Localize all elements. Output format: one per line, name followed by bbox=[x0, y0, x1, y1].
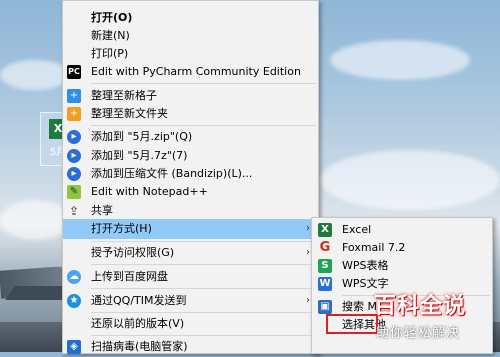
menu-item-label: Edit with Notepad++ bbox=[91, 185, 208, 198]
watermark: 百科全说 助你轻松解决 bbox=[370, 288, 495, 350]
menu-separator bbox=[91, 288, 316, 289]
notepadpp-icon: ✎ bbox=[67, 185, 81, 199]
menu-item-scan-virus[interactable]: ◈ 扫描病毒(电脑管家) bbox=[63, 337, 318, 357]
menu-separator bbox=[91, 83, 316, 84]
fences-icon: + bbox=[67, 89, 81, 103]
pycharm-icon: PC bbox=[67, 65, 81, 79]
menu-item-edit-notepadpp[interactable]: ✎ Edit with Notepad++ bbox=[63, 182, 318, 202]
menu-item-print[interactable]: 打印(P) bbox=[63, 44, 318, 64]
menu-item-label: Edit with PyCharm Community Edition bbox=[91, 65, 301, 78]
menu-item-label: 共享 bbox=[91, 204, 113, 217]
menu-item-edit-pycharm[interactable]: PC Edit with PyCharm Community Edition bbox=[63, 62, 318, 82]
menu-item-label: 还原以前的版本(V) bbox=[91, 317, 185, 330]
menu-item-label: 通过QQ/TIM发送到 bbox=[91, 294, 187, 307]
menu-separator bbox=[91, 125, 316, 126]
bandizip-icon: ▸ bbox=[67, 130, 81, 144]
baidu-netdisk-icon: ☁ bbox=[67, 270, 81, 284]
qq-icon: ★ bbox=[67, 294, 81, 308]
chevron-right-icon: › bbox=[306, 223, 310, 234]
foxmail-icon: G bbox=[319, 240, 331, 255]
menu-separator bbox=[91, 241, 316, 242]
watermark-subtitle: 助你轻松解决 bbox=[376, 326, 461, 341]
menu-item-add-7z[interactable]: ▸ 添加到 "5月.7z"(7) bbox=[63, 146, 318, 166]
menu-item-label: 添加到 "5月.7z"(7) bbox=[91, 149, 188, 162]
wps-writer-icon: W bbox=[318, 277, 332, 291]
menu-item-fences-new-folder[interactable]: + 整理至新文件夹 bbox=[63, 104, 318, 124]
menu-item-label: 扫描病毒(电脑管家) bbox=[91, 340, 188, 353]
context-menu: 打开(O) 新建(N) 打印(P) PC Edit with PyCharm C… bbox=[62, 0, 319, 354]
menu-item-label: 整理至新文件夹 bbox=[91, 107, 168, 120]
menu-separator bbox=[91, 264, 316, 265]
chevron-right-icon: › bbox=[306, 247, 310, 258]
menu-item-share[interactable]: ⇪ 共享 bbox=[63, 201, 318, 221]
bandizip-icon: ▸ bbox=[67, 149, 81, 163]
menu-item-label: 打开(O) bbox=[91, 11, 133, 24]
submenu-item-label: Excel bbox=[342, 223, 372, 236]
menu-item-label: 新建(N) bbox=[91, 29, 130, 42]
submenu-item-label: Foxmail 7.2 bbox=[342, 241, 406, 254]
bandizip-icon: ▸ bbox=[67, 167, 81, 181]
menu-item-label: 打开方式(H) bbox=[91, 222, 152, 235]
menu-item-label: 上传到百度网盘 bbox=[91, 270, 168, 283]
wps-sheet-icon: S bbox=[318, 259, 332, 273]
menu-item-new[interactable]: 新建(N) bbox=[63, 26, 318, 46]
share-icon: ⇪ bbox=[68, 204, 80, 218]
menu-item-upload-baidu[interactable]: ☁ 上传到百度网盘 bbox=[63, 267, 318, 287]
sky-cloud bbox=[0, 60, 70, 90]
menu-item-label: 添加到压缩文件 (Bandizip)(L)... bbox=[91, 167, 253, 180]
excel-icon: X bbox=[318, 223, 332, 237]
menu-item-restore-versions[interactable]: 还原以前的版本(V) bbox=[63, 314, 318, 334]
open-with-wps-sheet[interactable]: S WPS表格 bbox=[312, 256, 492, 276]
sky-cloud bbox=[330, 40, 470, 80]
fences-folder-icon: + bbox=[67, 107, 81, 121]
menu-item-label: 打印(P) bbox=[91, 47, 129, 60]
open-with-foxmail[interactable]: G Foxmail 7.2 bbox=[312, 238, 492, 258]
menu-item-send-qq[interactable]: ★ 通过QQ/TIM发送到 › bbox=[63, 291, 318, 311]
menu-separator bbox=[91, 312, 316, 313]
open-with-excel[interactable]: X Excel bbox=[312, 220, 492, 240]
sky-cloud bbox=[0, 200, 70, 240]
menu-separator bbox=[91, 335, 316, 336]
menu-item-add-zip[interactable]: ▸ 添加到 "5月.zip"(Q) bbox=[63, 127, 318, 147]
menu-item-label: 整理至新格子 bbox=[91, 89, 157, 102]
submenu-item-label: WPS表格 bbox=[342, 259, 389, 272]
watermark-title: 百科全说 bbox=[374, 294, 467, 319]
menu-item-fences-new-box[interactable]: + 整理至新格子 bbox=[63, 86, 318, 106]
menu-item-open[interactable]: 打开(O) bbox=[63, 8, 318, 28]
menu-item-label: 授予访问权限(G) bbox=[91, 246, 175, 259]
chevron-right-icon: › bbox=[306, 295, 310, 306]
store-icon: ▣ bbox=[318, 300, 332, 314]
menu-item-label: 添加到 "5月.zip"(Q) bbox=[91, 130, 193, 143]
menu-item-open-with[interactable]: 打开方式(H) › bbox=[63, 219, 318, 239]
sky-cloud bbox=[320, 150, 500, 210]
menu-item-grant-access[interactable]: 授予访问权限(G) › bbox=[63, 243, 318, 263]
menu-item-add-archive[interactable]: ▸ 添加到压缩文件 (Bandizip)(L)... bbox=[63, 164, 318, 184]
